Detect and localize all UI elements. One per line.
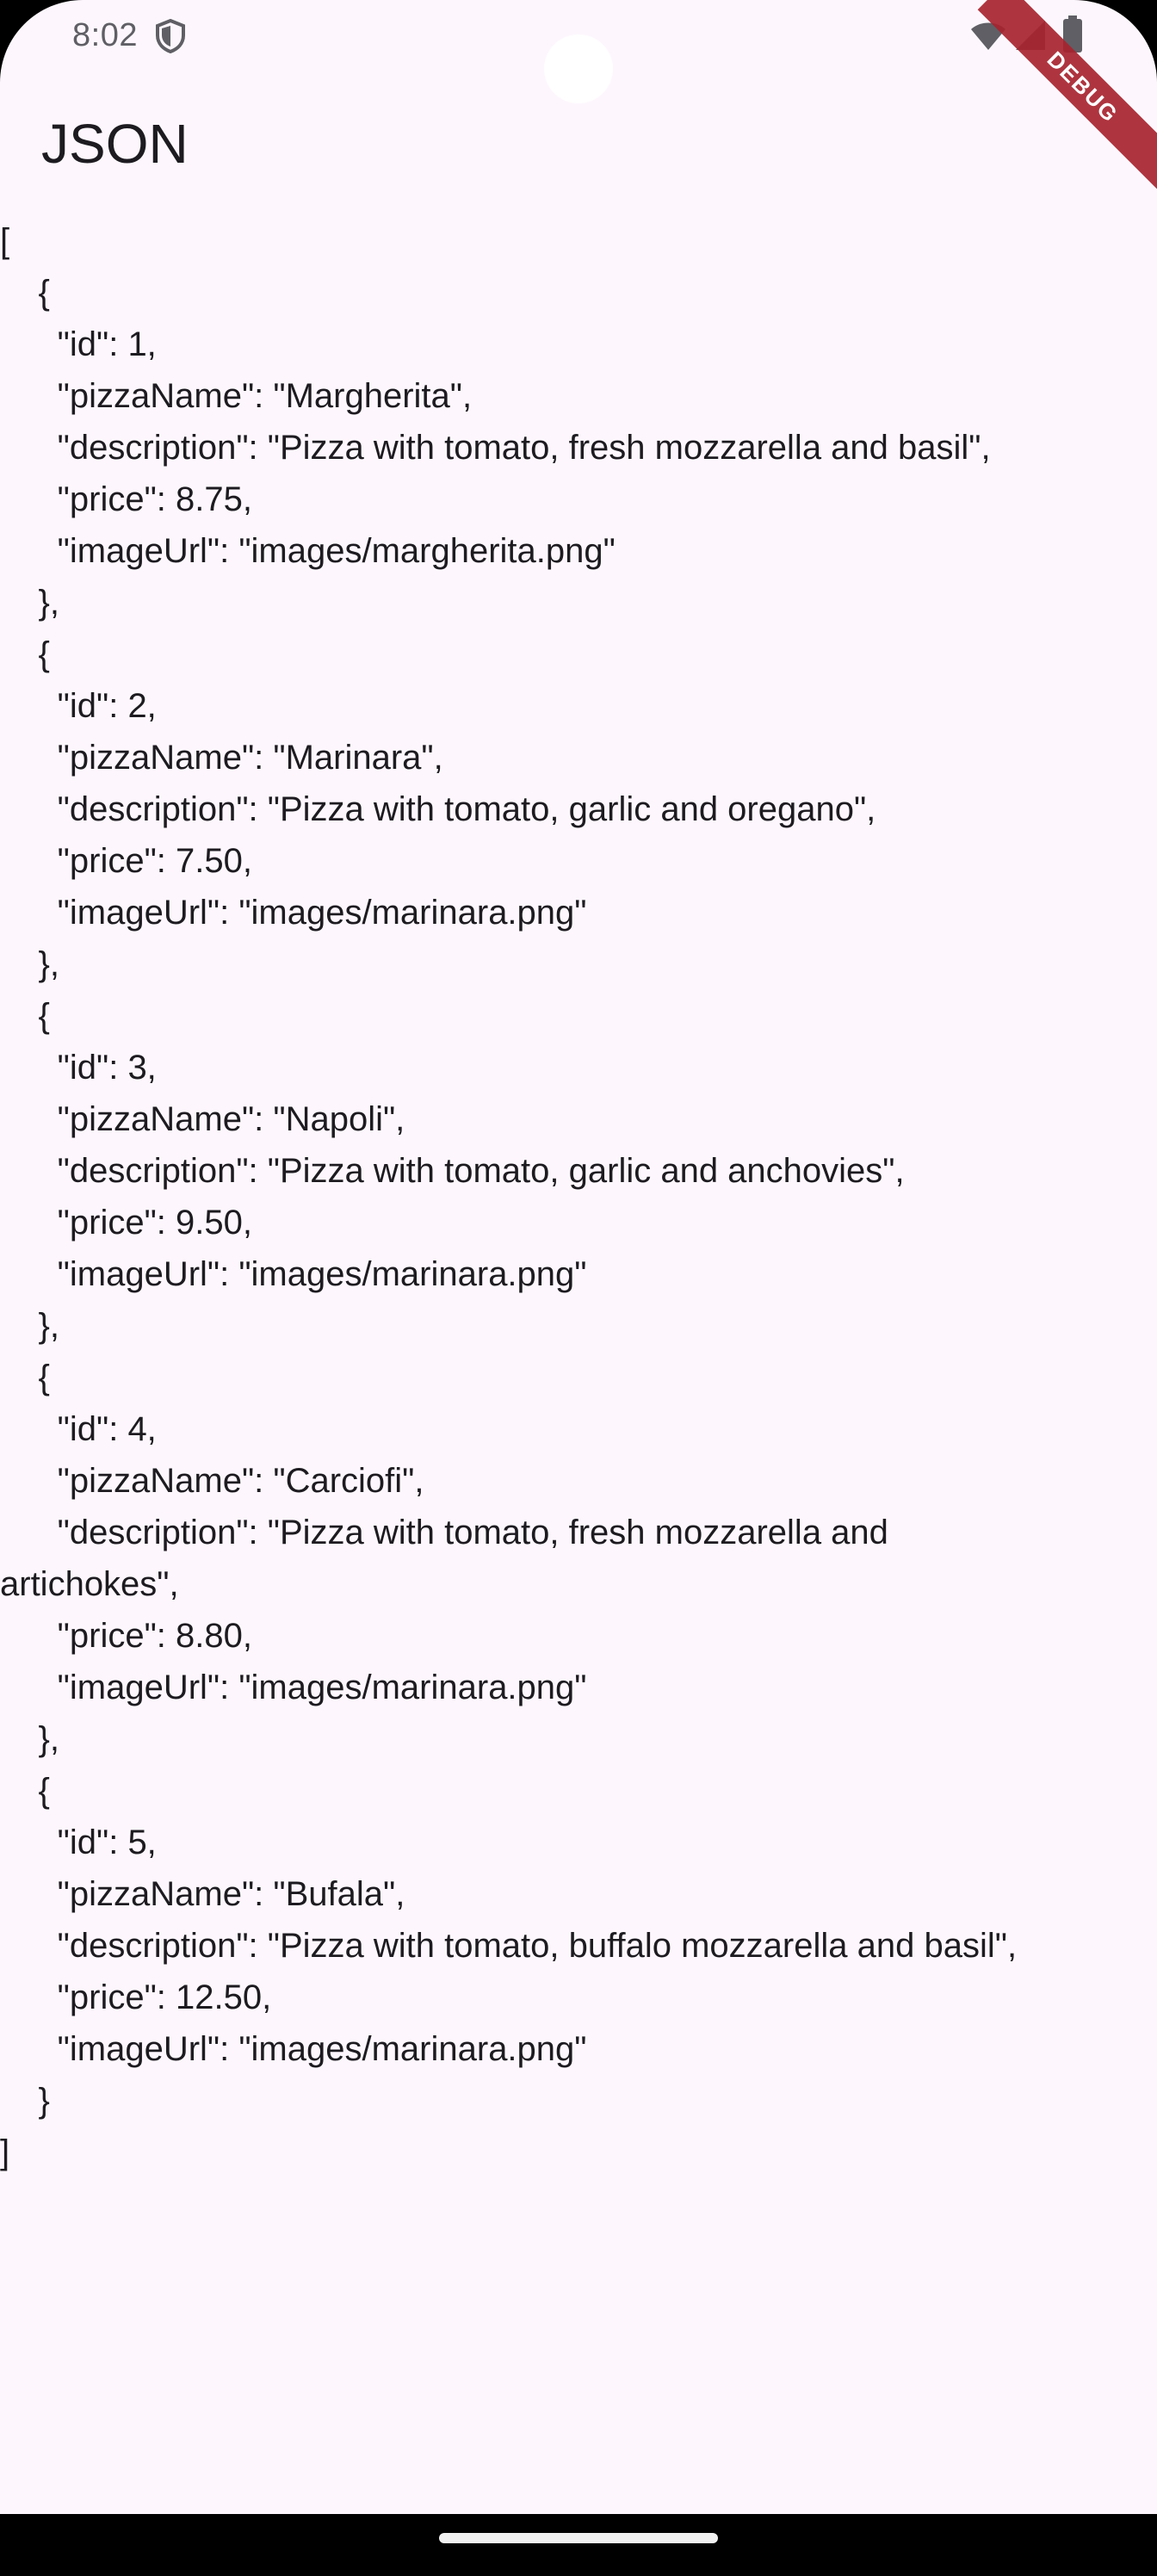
json-line: "imageUrl": "images/margherita.png": [0, 532, 616, 570]
json-line: "id": 4,: [0, 1410, 157, 1448]
navigation-bar: [0, 2514, 1157, 2576]
json-line: "id": 5,: [0, 1824, 157, 1861]
app-bar: JSON: [0, 83, 1157, 207]
json-line: }: [0, 2082, 50, 2120]
status-time: 8:02: [72, 17, 138, 53]
json-line: },: [0, 1307, 59, 1345]
json-line: },: [0, 584, 59, 622]
json-line: "id": 3,: [0, 1049, 157, 1087]
shield-icon: [156, 19, 185, 53]
json-line: "description": "Pizza with tomato, fresh…: [0, 1514, 888, 1551]
json-line: [: [0, 222, 10, 260]
json-text: [ { "id": 1, "pizzaName": "Margherita", …: [0, 215, 1157, 2178]
json-line: "id": 2,: [0, 687, 157, 725]
json-line: {: [0, 635, 50, 673]
json-line: ]: [0, 2133, 10, 2171]
json-line: "price": 12.50,: [0, 1978, 272, 2016]
json-line: "pizzaName": "Bufala",: [0, 1875, 405, 1913]
json-line: "price": 8.75,: [0, 480, 252, 518]
page-title: JSON: [41, 113, 189, 175]
json-line: "imageUrl": "images/marinara.png": [0, 1255, 587, 1293]
json-line: {: [0, 997, 50, 1035]
json-line: "pizzaName": "Margherita",: [0, 377, 473, 415]
app-screen: 8:02 DEBUG JSON [ { "id": 1, "pizzaName"…: [0, 0, 1157, 2576]
json-line: "imageUrl": "images/marinara.png": [0, 1669, 587, 1706]
json-line: },: [0, 945, 59, 983]
json-line: "price": 7.50,: [0, 842, 252, 880]
json-line: },: [0, 1720, 59, 1758]
json-line: "price": 9.50,: [0, 1204, 252, 1242]
json-line: "price": 8.80,: [0, 1617, 252, 1655]
json-line: "pizzaName": "Marinara",: [0, 739, 443, 777]
json-line: "id": 1,: [0, 325, 157, 363]
json-line: "description": "Pizza with tomato, garli…: [0, 1152, 905, 1190]
home-indicator[interactable]: [439, 2533, 718, 2543]
json-line: "description": "Pizza with tomato, buffa…: [0, 1927, 1018, 1965]
json-line: "description": "Pizza with tomato, fresh…: [0, 429, 991, 467]
json-line: {: [0, 1359, 50, 1396]
json-line: artichokes",: [0, 1565, 179, 1603]
json-line: "description": "Pizza with tomato, garli…: [0, 790, 876, 828]
json-line: {: [0, 1772, 50, 1810]
json-line: "imageUrl": "images/marinara.png": [0, 2030, 587, 2068]
json-line: "pizzaName": "Carciofi",: [0, 1462, 424, 1500]
json-line: {: [0, 274, 50, 312]
json-line: "imageUrl": "images/marinara.png": [0, 894, 587, 932]
json-line: "pizzaName": "Napoli",: [0, 1100, 405, 1138]
